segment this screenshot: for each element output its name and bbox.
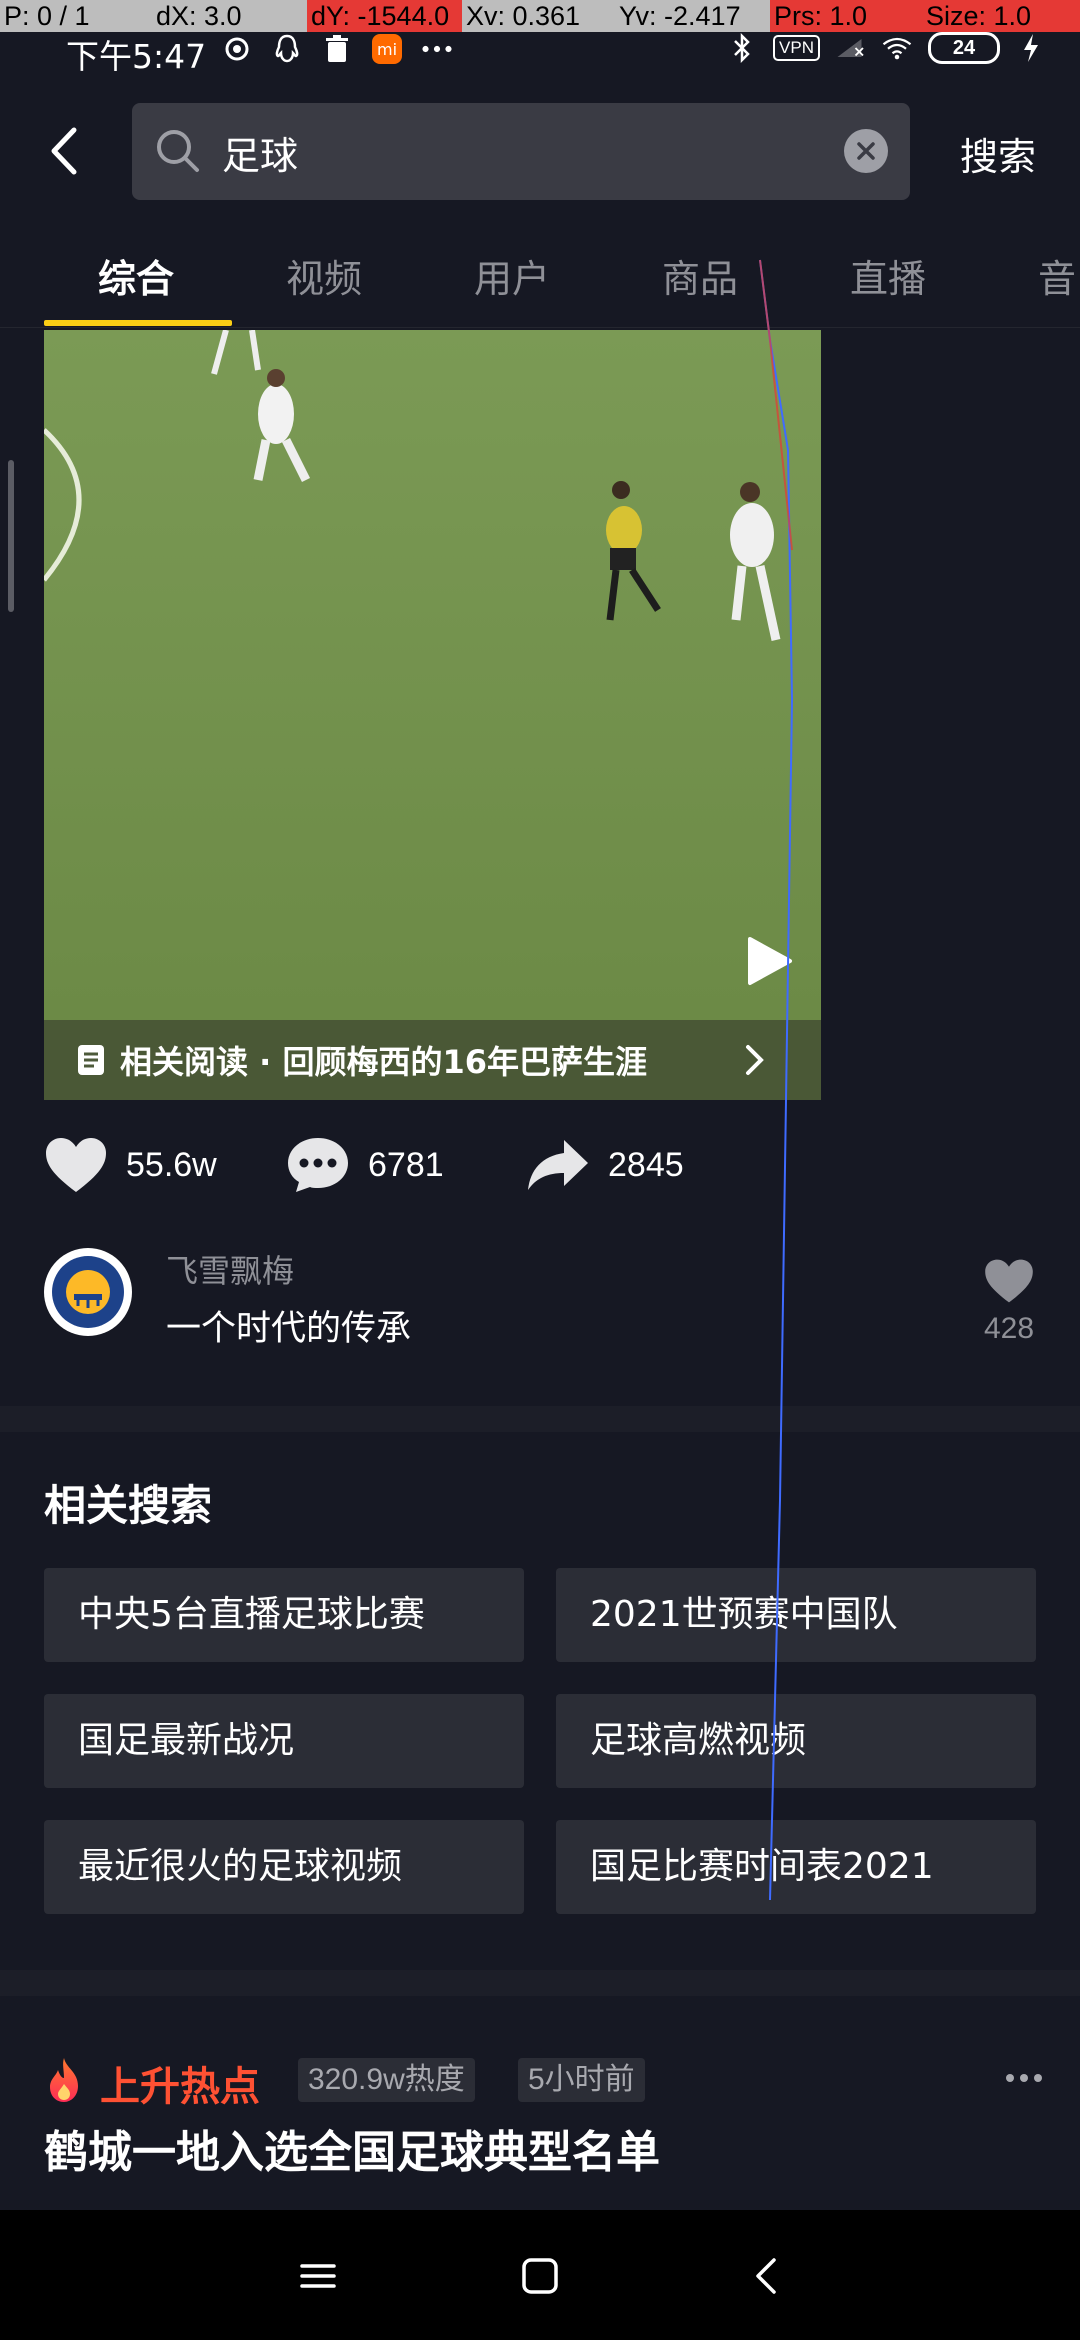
debug-size: Size: 1.0	[922, 0, 1080, 32]
more-notifications-icon	[422, 34, 452, 64]
chevron-right-icon	[746, 1045, 764, 1075]
comment-icon	[288, 1138, 348, 1192]
close-icon	[857, 142, 875, 160]
battery-level: 24	[952, 36, 976, 59]
heart-icon	[985, 1259, 1033, 1303]
top-comment[interactable]: 飞雪飘梅 一个时代的传承 428	[44, 1246, 1044, 1356]
search-icon	[157, 130, 199, 172]
debug-pointer: P: 0 / 1	[0, 0, 152, 32]
menu-icon[interactable]	[296, 2254, 340, 2298]
share-count: 2845	[608, 1145, 684, 1184]
scroll-indicator[interactable]	[8, 460, 14, 612]
comment-count: 6781	[368, 1145, 444, 1184]
clear-search-button[interactable]	[844, 129, 888, 173]
share-icon	[528, 1140, 588, 1190]
related-search-chip[interactable]: 最近很火的足球视频	[44, 1820, 524, 1914]
section-divider	[0, 1970, 1080, 1996]
comment-like-button[interactable]: 428	[974, 1258, 1044, 1346]
section-divider	[0, 1406, 1080, 1432]
comment-text: 一个时代的传承	[166, 1309, 412, 1349]
home-icon[interactable]	[518, 2254, 562, 2298]
related-searches-title: 相关搜索	[44, 1481, 213, 1530]
mi-app-icon: mi	[372, 34, 402, 64]
hot-topic-card[interactable]: 上升热点 320.9w热度 5小时前 鹤城一地入选全国足球典型名单	[44, 2052, 1044, 2192]
debug-prs: Prs: 1.0	[770, 0, 922, 32]
status-notification-icons: mi	[222, 34, 452, 64]
charging-icon	[1016, 33, 1046, 63]
bluetooth-icon	[727, 33, 757, 63]
debug-xv: Xv: 0.361	[462, 0, 615, 32]
tab-videos[interactable]: 视频	[286, 248, 362, 303]
back-button[interactable]	[38, 120, 94, 182]
related-search-chip[interactable]: 中央5台直播足球比赛	[44, 1568, 524, 1662]
share-button[interactable]: 2845	[526, 1136, 684, 1194]
status-system-icons: VPN 24	[727, 32, 1046, 64]
related-search-chip[interactable]: 足球高燃视频	[556, 1694, 1036, 1788]
search-header: 足球 搜索	[0, 100, 1080, 200]
system-navigation-bar	[0, 2210, 1080, 2340]
like-button[interactable]: 55.6w	[44, 1136, 217, 1194]
comment-like-count: 428	[983, 1312, 1035, 1345]
video-player[interactable]: 相关阅读 · 回顾梅西的16年巴萨生涯	[44, 330, 821, 1100]
heart-icon	[46, 1138, 106, 1192]
document-icon	[78, 1045, 104, 1075]
active-tab-indicator	[44, 320, 232, 326]
video-actions: 55.6w 6781 2845	[44, 1136, 1044, 1206]
vpn-icon: VPN	[773, 35, 820, 61]
debug-dx: dX: 3.0	[152, 0, 307, 32]
related-search-chip[interactable]: 2021世预赛中国队	[556, 1568, 1036, 1662]
back-arrow-icon	[51, 127, 77, 175]
battery-icon: 24	[928, 32, 1000, 64]
wifi-icon	[882, 33, 912, 63]
debug-dy: dY: -1544.0	[307, 0, 462, 32]
qq-icon	[272, 34, 302, 64]
tab-users[interactable]: 用户	[474, 248, 550, 303]
tab-products[interactable]: 商品	[662, 248, 738, 303]
hot-topic-title[interactable]: 鹤城一地入选全国足球典型名单	[44, 2116, 660, 2180]
warriors-logo-icon	[46, 1250, 130, 1334]
related-reading-banner[interactable]: 相关阅读 · 回顾梅西的16年巴萨生涯	[44, 1020, 821, 1100]
comment-button[interactable]: 6781	[286, 1136, 444, 1194]
search-input[interactable]: 足球	[132, 103, 910, 200]
trash-icon	[322, 34, 352, 64]
related-search-chip[interactable]: 国足最新战况	[44, 1694, 524, 1788]
video-thumbnail	[44, 330, 821, 1020]
time-badge: 5小时前	[518, 2058, 645, 2102]
debug-yv: Yv: -2.417	[615, 0, 770, 32]
commenter-name[interactable]: 飞雪飘梅	[166, 1246, 294, 1292]
cellular-signal-icon	[836, 33, 866, 63]
back-icon[interactable]	[746, 2254, 790, 2298]
like-count: 55.6w	[126, 1145, 217, 1184]
avatar[interactable]	[44, 1248, 132, 1336]
status-time: 下午5:47	[66, 37, 207, 76]
related-reading-text: 相关阅读 · 回顾梅西的16年巴萨生涯	[120, 1043, 647, 1081]
tab-live[interactable]: 直播	[850, 248, 926, 303]
related-search-chip[interactable]: 国足比赛时间表2021	[556, 1820, 1036, 1914]
sync-icon	[222, 34, 252, 64]
search-query-text: 足球	[222, 134, 299, 178]
fire-icon	[50, 2058, 78, 2102]
tab-comprehensive[interactable]: 综合	[98, 248, 174, 303]
play-icon[interactable]	[744, 936, 794, 986]
more-options-icon[interactable]	[1004, 2066, 1044, 2090]
search-submit-button[interactable]: 搜索	[960, 126, 1036, 181]
result-tabs: 综合 视频 用户 商品 直播 音	[0, 240, 1080, 328]
heat-badge: 320.9w热度	[298, 2058, 475, 2102]
hot-topic-label: 上升热点	[100, 2064, 260, 2110]
pointer-debug-overlay: P: 0 / 1 dX: 3.0 dY: -1544.0 Xv: 0.361 Y…	[0, 0, 1080, 32]
tab-music[interactable]: 音	[1038, 248, 1076, 303]
